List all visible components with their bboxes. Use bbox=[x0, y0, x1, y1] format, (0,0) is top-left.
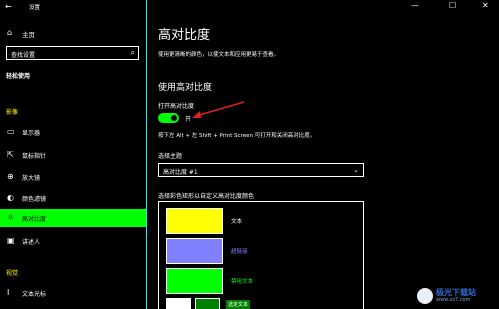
watermark: 极光下载站 www.xz7.com bbox=[417, 286, 495, 306]
sidebar: ← 设置 ⌂ 主页 查找设置 ⌕ 轻松使用 影像 ▭ 显示器 ⇱ 鼠标指针 ⊕ … bbox=[0, 0, 147, 309]
main-content: — ☐ ✕ 高对比度 使用更清晰的颜色，以使文本和应用更易于查看。 使用高对比度… bbox=[148, 0, 499, 309]
sidebar-item-color-filters[interactable]: ◐ 颜色滤镜 bbox=[0, 189, 146, 207]
watermark-logo bbox=[417, 288, 433, 304]
sidebar-item-magnifier[interactable]: ⊕ 放大镜 bbox=[0, 168, 146, 186]
swatch-label-disabled: 禁用文本 bbox=[231, 279, 254, 285]
theme-label: 选择主题 bbox=[158, 153, 183, 160]
sidebar-item-label: 高对比度 bbox=[22, 216, 47, 223]
text-cursor-icon: I bbox=[7, 288, 10, 297]
sidebar-item-mouse-pointer[interactable]: ⇱ 鼠标指针 bbox=[0, 146, 146, 164]
sidebar-group-vision-2: 视觉 bbox=[6, 270, 19, 277]
sidebar-item-label: 文本光标 bbox=[22, 291, 47, 298]
back-arrow-icon[interactable]: ← bbox=[5, 2, 15, 12]
search-icon[interactable]: ⌕ bbox=[131, 48, 135, 58]
page-title: 高对比度 bbox=[158, 28, 211, 43]
hyperlink-color-swatch[interactable] bbox=[166, 238, 223, 264]
text-color-swatch[interactable] bbox=[166, 208, 223, 234]
chevron-down-icon: ⌄ bbox=[353, 166, 359, 174]
sidebar-item-display[interactable]: ▭ 显示器 bbox=[0, 123, 146, 141]
sidebar-item-label: 讲述人 bbox=[22, 239, 41, 246]
sidebar-item-label: 鼠标指针 bbox=[22, 153, 47, 160]
palette-label: 选择彩色矩形以自定义高对比度颜色 bbox=[158, 193, 255, 200]
window-controls: — ☐ ✕ bbox=[389, 0, 499, 14]
sidebar-item-text-cursor[interactable]: I 文本光标 bbox=[0, 284, 146, 302]
app-title: 设置 bbox=[29, 5, 41, 11]
narrator-icon: ▣ bbox=[7, 236, 15, 245]
theme-select[interactable]: 高对比度 #1 ⌄ bbox=[158, 163, 364, 177]
magnifier-icon: ⊕ bbox=[7, 172, 14, 181]
disabled-text-color-swatch[interactable] bbox=[166, 268, 223, 294]
search-input[interactable]: 查找设置 ⌕ bbox=[6, 46, 139, 60]
color-palette: 文本 超链接 禁用文本 选定文本 bbox=[158, 201, 364, 309]
red-arrow-annotation bbox=[192, 101, 245, 118]
swatch-label-text: 文本 bbox=[231, 219, 243, 225]
toggle-knob bbox=[171, 115, 177, 121]
search-input-text: 查找设置 bbox=[11, 52, 36, 59]
section-title: 使用高对比度 bbox=[158, 83, 213, 93]
selected-text-background-swatch[interactable] bbox=[166, 298, 191, 309]
title-bar: ← 设置 bbox=[0, 0, 147, 14]
page-description: 使用更清晰的颜色，以使文本和应用更易于查看。 bbox=[158, 52, 280, 58]
sidebar-item-high-contrast[interactable]: ☼ 高对比度 bbox=[0, 209, 146, 227]
color-filter-icon: ◐ bbox=[7, 193, 14, 202]
high-contrast-toggle[interactable] bbox=[158, 113, 179, 123]
sidebar-item-label: 放大镜 bbox=[22, 175, 41, 182]
monitor-icon: ▭ bbox=[7, 127, 15, 136]
selected-text-foreground-swatch[interactable] bbox=[195, 298, 220, 309]
high-contrast-icon: ☼ bbox=[7, 213, 15, 222]
minimize-icon[interactable]: — bbox=[411, 1, 419, 10]
watermark-url: www.xz7.com bbox=[436, 297, 471, 303]
maximize-icon[interactable]: ☐ bbox=[449, 1, 456, 10]
swatch-label-hyperlink: 超链接 bbox=[231, 249, 248, 255]
sidebar-item-home[interactable]: ⌂ 主页 bbox=[0, 26, 146, 40]
close-icon[interactable]: ✕ bbox=[482, 1, 489, 10]
sidebar-group-vision: 影像 bbox=[6, 109, 19, 116]
theme-select-value: 高对比度 #1 bbox=[163, 169, 198, 176]
shortcut-hint: 按下左 Alt + 左 Shift + Print Screen 可打开和关闭高… bbox=[158, 133, 316, 139]
swatch-label-selected-text: 选定文本 bbox=[226, 300, 251, 309]
home-icon: ⌂ bbox=[7, 28, 13, 37]
sidebar-item-narrator[interactable]: ▣ 讲述人 bbox=[0, 232, 146, 250]
pointer-icon: ⇱ bbox=[7, 150, 14, 159]
sidebar-item-label: 主页 bbox=[22, 31, 35, 39]
sidebar-item-label: 颜色滤镜 bbox=[22, 196, 47, 203]
sidebar-section-title: 轻松使用 bbox=[6, 73, 31, 80]
sidebar-item-label: 显示器 bbox=[22, 130, 41, 137]
